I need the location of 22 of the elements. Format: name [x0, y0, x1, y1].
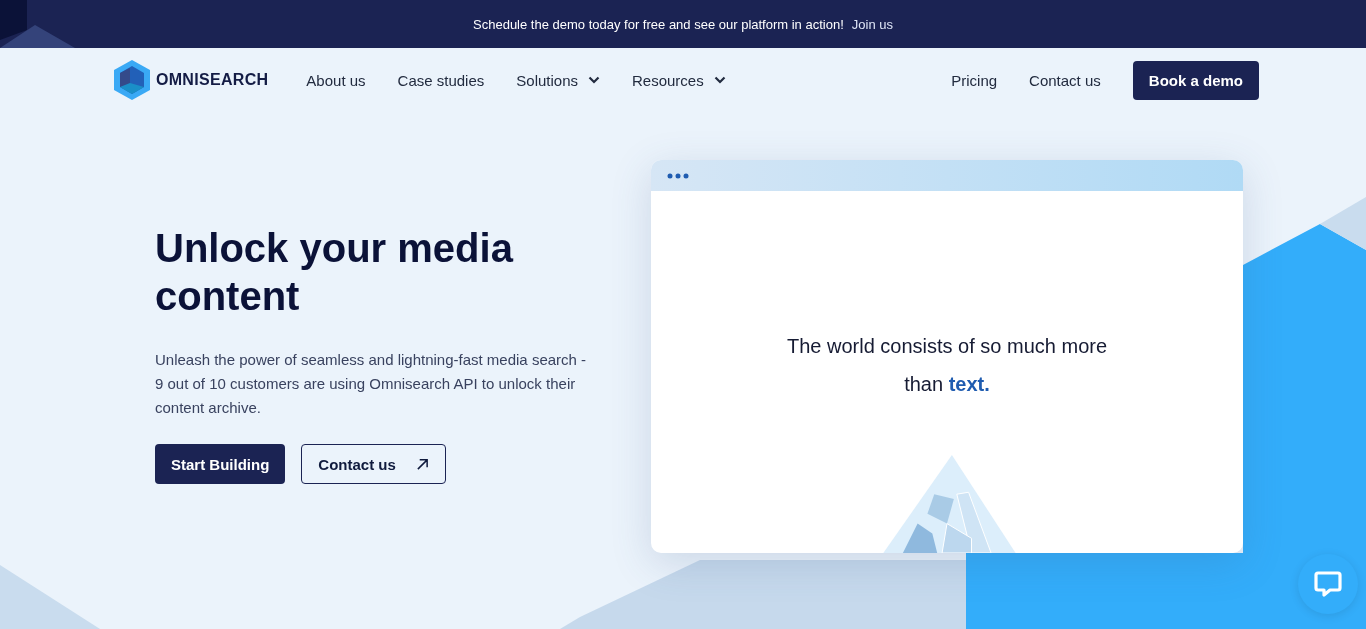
book-demo-button[interactable]: Book a demo: [1132, 60, 1259, 100]
chevron-down-icon: [713, 76, 726, 84]
background-triangle-shape: [1320, 197, 1366, 250]
mockup-headline: The world consists of so much more than text.: [785, 334, 1109, 397]
nav-link[interactable]: About us: [306, 71, 366, 89]
nav-menu-item[interactable]: Resources: [632, 71, 726, 89]
arrow-up-right-icon: [415, 457, 429, 471]
hero-description: Unleash the power of seamless and lightning-fast media search - 9 out of 10 customers are using Omnisearch API to unlock their content archive.: [155, 350, 588, 418]
hexagon-logo-icon[interactable]: [114, 60, 150, 100]
announcement-text: Schedule the demo today for free and see our platform in action!: [473, 16, 844, 32]
nav-menu-item[interactable]: Solutions: [516, 71, 600, 89]
nav-link[interactable]: Case studies: [397, 71, 485, 89]
nav-link[interactable]: Pricing: [951, 71, 998, 89]
chat-bubble-icon: [1314, 570, 1342, 598]
nav-link[interactable]: Contact us: [1029, 71, 1101, 89]
join-us-link[interactable]: Join us: [851, 16, 893, 32]
three-dots-icon: [667, 172, 689, 179]
contact-button[interactable]: Contact us: [301, 444, 446, 484]
chevron-down-icon: [588, 76, 600, 84]
logo-wordmark[interactable]: OMNISEARCH: [156, 71, 269, 89]
hero-title: Unlock your media content: [155, 225, 515, 320]
start-building-button[interactable]: Start Building: [155, 444, 286, 484]
